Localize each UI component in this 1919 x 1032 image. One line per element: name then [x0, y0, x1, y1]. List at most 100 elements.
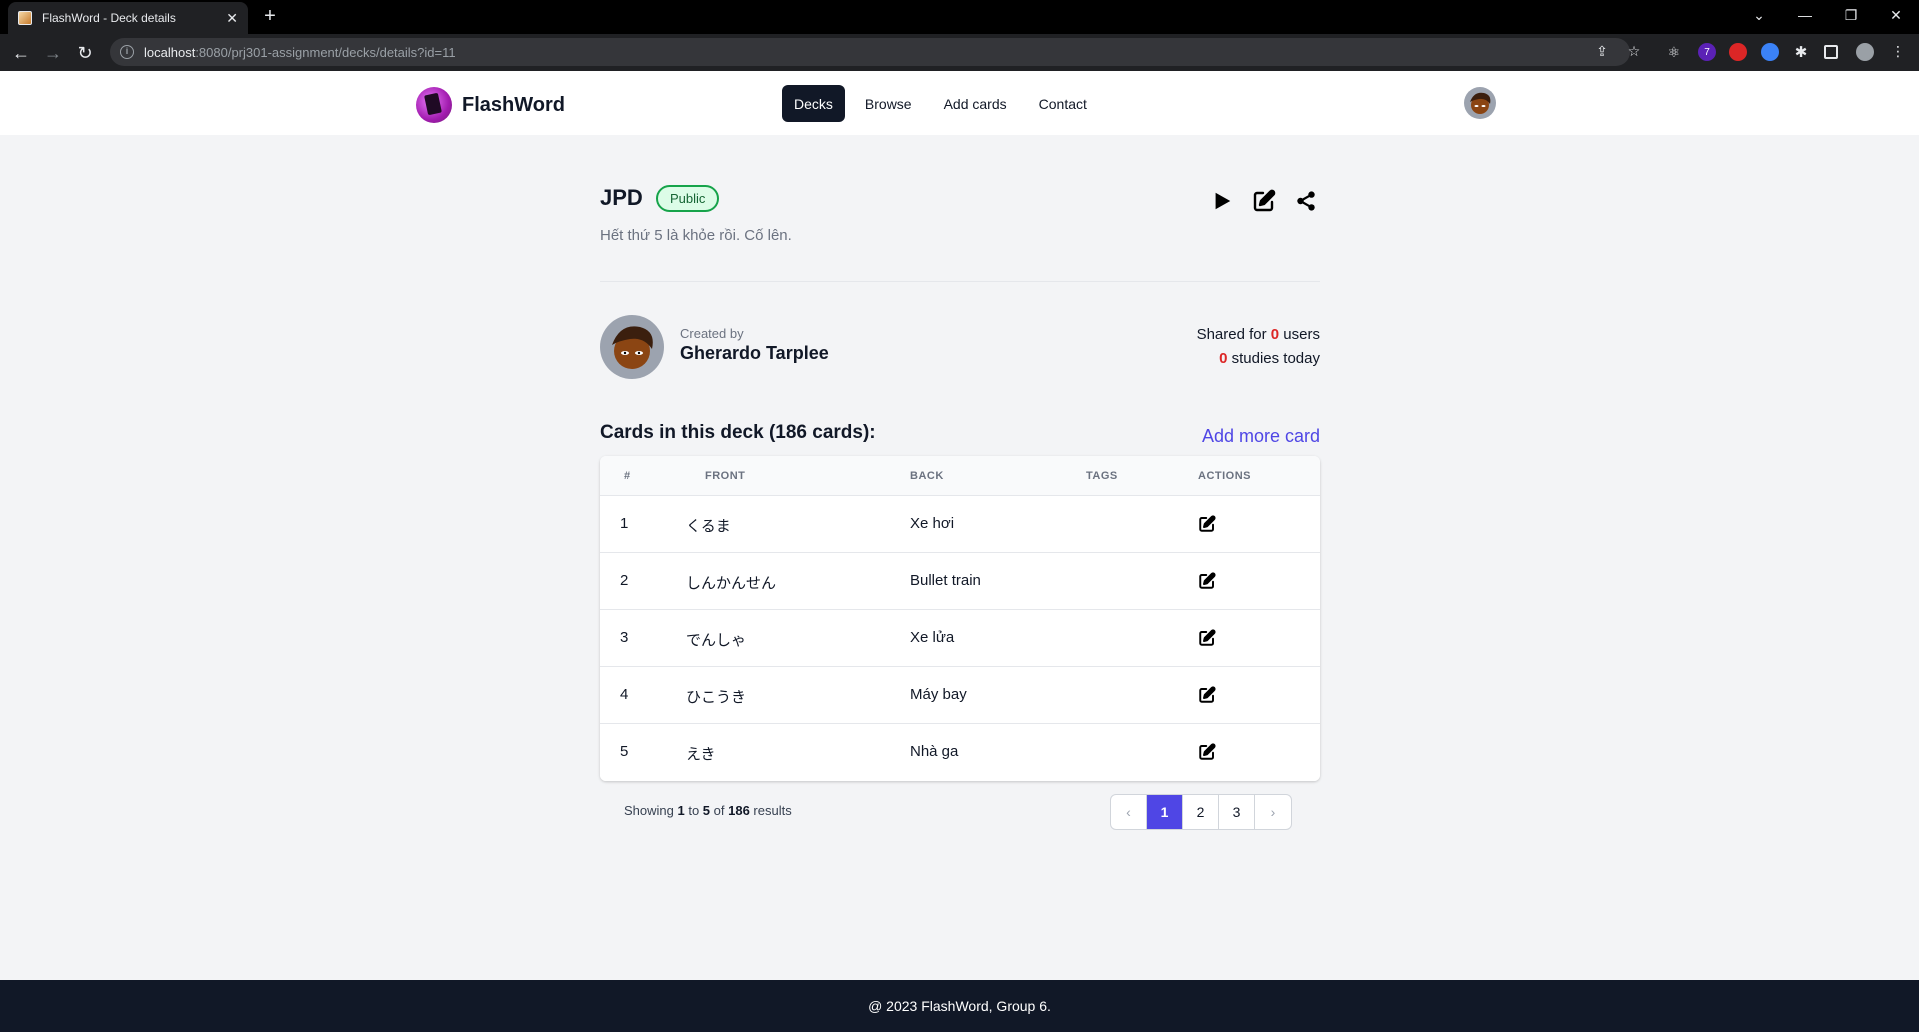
edit-card-icon[interactable] [1198, 572, 1216, 590]
divider [600, 281, 1320, 282]
edit-deck-icon[interactable] [1250, 187, 1278, 215]
card-number: 1 [620, 515, 629, 532]
page-3[interactable]: 3 [1219, 795, 1255, 829]
site-footer: @ 2023 FlashWord, Group 6. [0, 980, 1919, 1032]
card-back: Xe hơi [910, 515, 955, 532]
tab-close-icon[interactable]: ✕ [226, 10, 238, 27]
to-label: to [684, 803, 703, 818]
card-front: ひこうき [686, 688, 747, 706]
creator-info: Created by Gherardo Tarplee Shared for 0… [600, 315, 1320, 379]
table-row: 1 くるま Xe hơi [600, 496, 1320, 553]
brand-name: FlashWord [462, 93, 565, 116]
shared-count: 0 [1270, 326, 1280, 343]
pagination-info: Showing 1 to 5 of 186 results [624, 803, 792, 818]
bookmark-star-icon[interactable]: ☆ [1622, 39, 1646, 63]
showing-to: 5 [702, 803, 711, 818]
created-by-label: Created by [680, 326, 744, 341]
shared-suffix: users [1279, 326, 1320, 343]
profile-avatar-icon[interactable] [1856, 43, 1874, 61]
share-icon[interactable] [1292, 187, 1320, 215]
extensions-puzzle-icon[interactable]: ✱ [1792, 43, 1810, 61]
table-row: 4 ひこうき Máy bay [600, 667, 1320, 724]
col-front: FRONT [705, 470, 746, 482]
creator-avatar [600, 315, 664, 379]
table-row: 3 でんしゃ Xe lửa [600, 610, 1320, 667]
table-row: 5 えき Nhà ga [600, 724, 1320, 781]
showing-label: Showing [624, 803, 678, 818]
cards-section-title: Cards in this deck (186 cards): [600, 422, 876, 443]
add-more-card-link[interactable]: Add more card [1202, 426, 1320, 447]
address-bar[interactable]: i localhost :8080/prj301-assignment/deck… [110, 38, 1630, 66]
page-2[interactable]: 2 [1183, 795, 1219, 829]
card-front: しんかんせん [686, 574, 777, 592]
minimize-icon[interactable]: — [1782, 0, 1828, 30]
card-number: 5 [620, 743, 629, 760]
card-number: 4 [620, 686, 629, 703]
card-front: でんしゃ [686, 631, 747, 649]
restore-icon[interactable]: ❐ [1828, 0, 1874, 30]
nav-item-browse[interactable]: Browse [853, 85, 924, 122]
tab-search-icon[interactable]: ⌄ [1736, 0, 1782, 30]
prev-page-icon[interactable]: ‹ [1111, 795, 1147, 829]
edit-card-icon[interactable] [1198, 515, 1216, 533]
studies-suffix: studies today [1227, 350, 1320, 367]
tab-title: FlashWord - Deck details [42, 11, 176, 25]
deck-title: JPD [600, 185, 643, 210]
extension-badge: 7 [1704, 46, 1710, 58]
react-devtools-icon[interactable]: ⚛ [1665, 43, 1683, 61]
play-icon[interactable] [1208, 187, 1236, 215]
results-label: results [749, 803, 792, 818]
browser-menu-icon[interactable]: ⋮ [1886, 39, 1910, 63]
extension-red-icon[interactable] [1729, 43, 1747, 61]
card-back: Máy bay [910, 686, 967, 703]
browser-toolbar: ← → ↻ i localhost :8080/prj301-assignmen… [0, 34, 1919, 71]
pagination: ‹ 1 2 3 › [1110, 794, 1292, 830]
nav-item-decks[interactable]: Decks [782, 85, 845, 122]
deck-actions [1208, 187, 1320, 215]
table-body: 1 くるま Xe hơi 2 しんかんせん Bullet train 3 でんしゃ Xe lửa… [600, 496, 1320, 781]
browser-tab[interactable]: FlashWord - Deck details ✕ [8, 2, 248, 34]
site-header: FlashWord Decks Browse Add cards Contact [0, 71, 1919, 135]
nav-item-contact[interactable]: Contact [1027, 85, 1099, 122]
shared-stat: Shared for 0 users [1197, 323, 1320, 347]
card-back: Nhà ga [910, 743, 959, 760]
extension-blue-icon[interactable] [1761, 43, 1779, 61]
col-tags: TAGS [1086, 470, 1118, 482]
extension-purple-icon[interactable]: 7 [1698, 43, 1716, 61]
site-info-icon[interactable]: i [120, 45, 134, 59]
card-front: えき [686, 745, 716, 763]
table-row: 2 しんかんせん Bullet train [600, 553, 1320, 610]
edit-card-icon[interactable] [1198, 686, 1216, 704]
card-number: 2 [620, 572, 629, 589]
brand-logo-icon [416, 87, 452, 123]
user-avatar[interactable] [1464, 87, 1496, 119]
page-1[interactable]: 1 [1147, 795, 1183, 829]
brand-link[interactable]: FlashWord [416, 87, 565, 123]
url-host: localhost [144, 44, 196, 60]
studies-stat: 0 studies today [1197, 347, 1320, 371]
cards-table: # FRONT BACK TAGS ACTIONS 1 くるま Xe hơi 2 しんか… [600, 456, 1320, 781]
favicon-icon [18, 11, 32, 25]
main-nav: Decks Browse Add cards Contact [782, 85, 1099, 122]
reload-icon[interactable]: ↻ [72, 40, 98, 66]
next-page-icon[interactable]: › [1255, 795, 1291, 829]
share-page-icon[interactable]: ⇪ [1590, 39, 1614, 63]
table-header: # FRONT BACK TAGS ACTIONS [600, 456, 1320, 496]
edit-card-icon[interactable] [1198, 743, 1216, 761]
of-label: of [710, 803, 729, 818]
nav-item-add-cards[interactable]: Add cards [932, 85, 1019, 122]
deck-description: Hết thứ 5 là khỏe rồi. Cố lên. [600, 227, 792, 244]
side-panel-icon[interactable] [1824, 45, 1838, 59]
forward-icon[interactable]: → [40, 40, 66, 66]
card-number: 3 [620, 629, 629, 646]
total-results: 186 [728, 803, 750, 818]
col-num: # [624, 470, 631, 482]
new-tab-button[interactable]: + [258, 4, 282, 28]
showing-from: 1 [677, 803, 685, 818]
deck-stats: Shared for 0 users 0 studies today [1197, 323, 1320, 371]
back-icon[interactable]: ← [8, 40, 34, 66]
col-back: BACK [910, 470, 944, 482]
col-actions: ACTIONS [1198, 470, 1251, 482]
edit-card-icon[interactable] [1198, 629, 1216, 647]
window-close-icon[interactable]: ✕ [1873, 0, 1919, 30]
